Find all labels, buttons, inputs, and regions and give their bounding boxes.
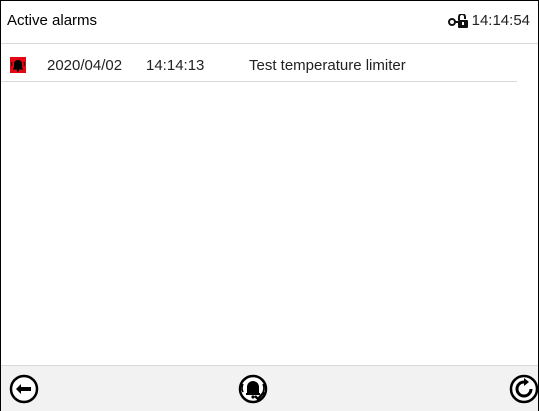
alarm-acknowledge-icon <box>238 374 268 404</box>
alarm-screen: Active alarms 14:14:54 2020/04/02 14:14:… <box>0 0 539 411</box>
refresh-icon <box>509 374 539 404</box>
alarm-time: 14:14:13 <box>146 57 205 74</box>
acknowledge-alarm-button[interactable] <box>236 374 268 404</box>
alarm-list-item[interactable]: 2020/04/02 14:14:13 Test temperature lim… <box>1 49 517 82</box>
back-button[interactable] <box>9 374 39 404</box>
status-area: 14:14:54 <box>447 12 530 29</box>
alarm-bell-icon <box>10 57 26 73</box>
alarm-date: 2020/04/02 <box>47 57 123 74</box>
footer-toolbar <box>1 365 539 411</box>
title-bar: Active alarms 14:14:54 <box>1 1 538 44</box>
lock-open-icon <box>447 12 470 28</box>
clock: 14:14:54 <box>471 12 530 29</box>
alarm-description: Test temperature limiter <box>249 57 406 74</box>
back-arrow-icon <box>9 374 39 404</box>
refresh-button[interactable] <box>509 374 539 404</box>
page-title: Active alarms <box>7 12 98 29</box>
